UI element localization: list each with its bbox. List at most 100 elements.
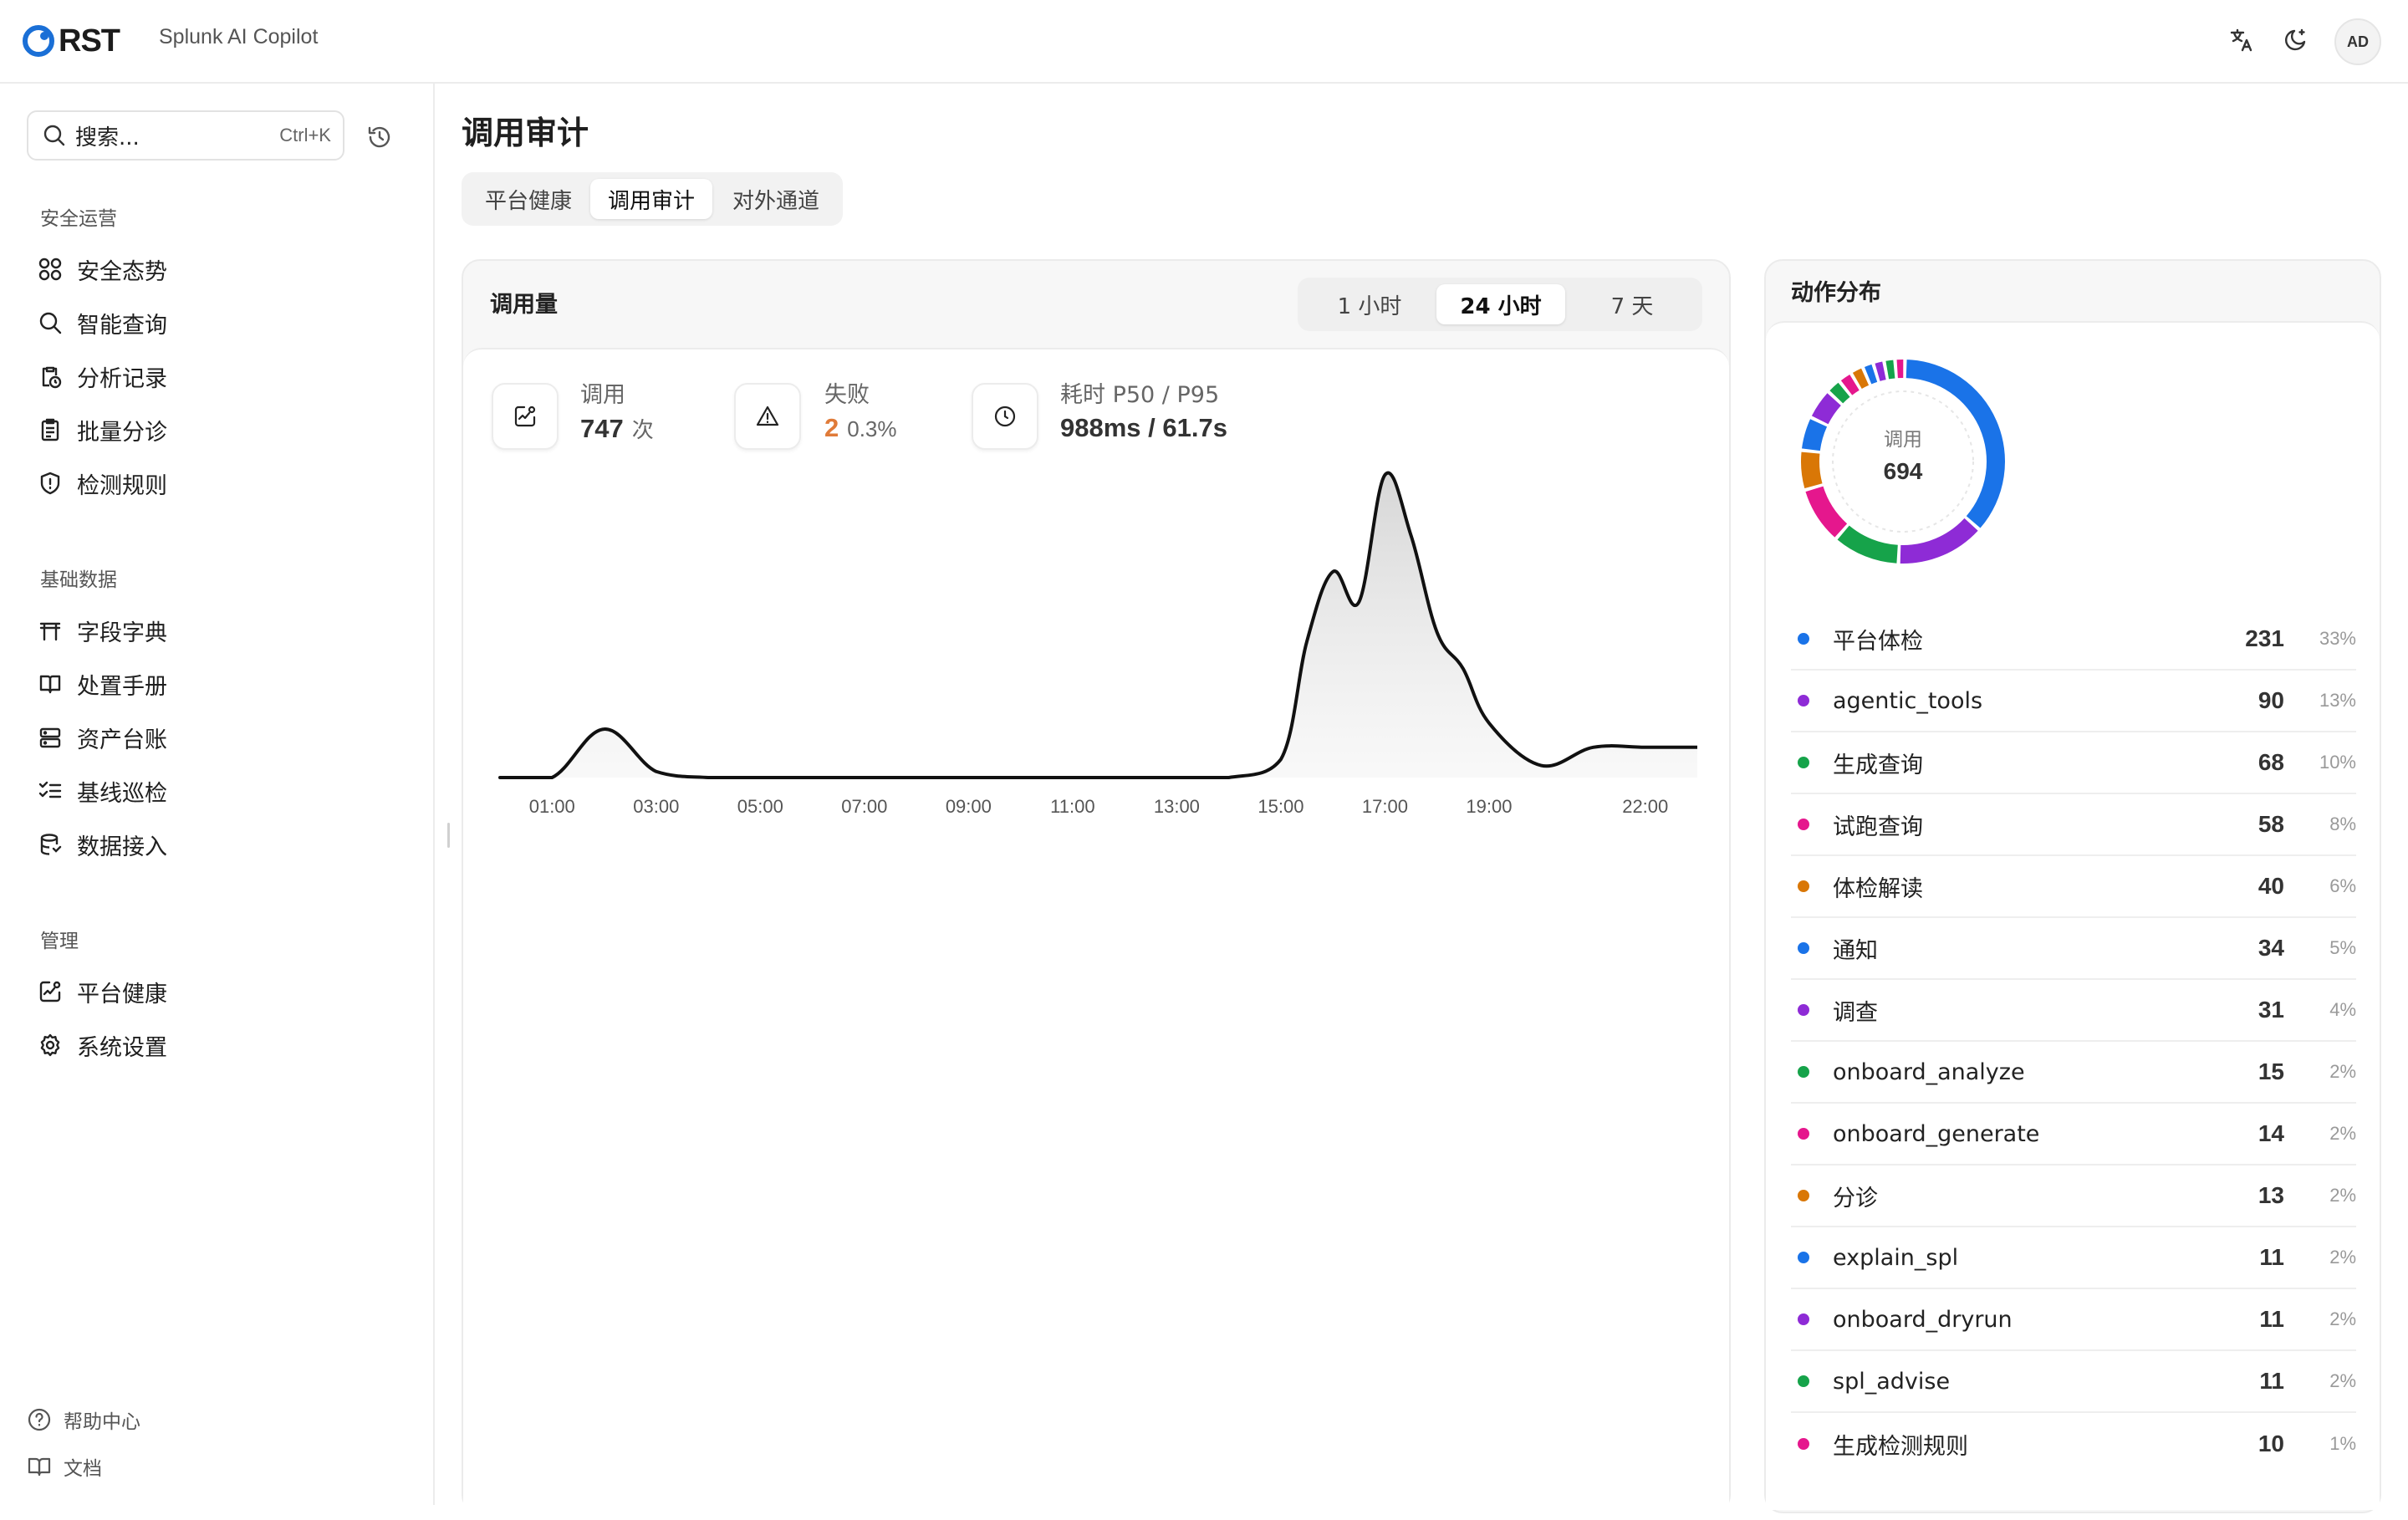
translate-icon[interactable] — [2226, 23, 2259, 57]
table-icon — [37, 617, 64, 644]
clipboard-clock-icon — [37, 363, 64, 390]
sidebar-item-baseline-inspection[interactable]: 基线巡检 — [37, 769, 405, 813]
sidebar-item-label: 基线巡检 — [77, 780, 167, 807]
tab-external-channels[interactable]: 对外通道 — [717, 179, 834, 219]
list-item[interactable]: 分诊 13 2% — [1791, 1166, 2356, 1227]
range-1h-button[interactable]: 1 小时 — [1306, 284, 1433, 324]
donut-slice[interactable] — [1885, 360, 1895, 380]
book-open-icon — [27, 1454, 52, 1479]
action-count: 11 — [2259, 1368, 2284, 1394]
stat-calls-label: 调用 — [580, 382, 625, 408]
history-icon[interactable] — [363, 120, 396, 154]
sidebar-item-detection-rules[interactable]: 检测规则 — [37, 462, 405, 505]
action-name: 通知 — [1833, 937, 1878, 964]
sidebar-item-batch-triage[interactable]: 批量分诊 — [37, 408, 405, 451]
logo[interactable]: RST — [22, 18, 120, 64]
gear-icon — [37, 1032, 64, 1058]
docs-link[interactable]: 文档 — [27, 1450, 102, 1483]
stat-calls-value: 747 次 — [580, 414, 654, 443]
sidebar-item-label: 安全态势 — [77, 258, 167, 285]
donut-slice[interactable] — [1896, 360, 1904, 379]
donut-slice[interactable] — [1801, 451, 1823, 489]
action-name: 生成查询 — [1833, 752, 1923, 778]
legend-dot — [1798, 819, 1809, 830]
list-item[interactable]: onboard_generate 14 2% — [1791, 1104, 2356, 1166]
sidebar-item-data-ingestion[interactable]: 数据接入 — [37, 823, 405, 866]
sidebar-item-label: 字段字典 — [77, 620, 167, 646]
search-input[interactable]: 搜索... Ctrl+K — [27, 110, 344, 161]
donut-slice[interactable] — [1802, 419, 1828, 451]
x-tick-label: 03:00 — [633, 796, 680, 817]
list-item[interactable]: onboard_dryrun 11 2% — [1791, 1289, 2356, 1351]
list-item[interactable]: 体检解读 40 6% — [1791, 856, 2356, 918]
list-item[interactable]: spl_advise 11 2% — [1791, 1351, 2356, 1413]
donut-slice[interactable] — [1805, 486, 1848, 538]
x-tick-label: 17:00 — [1361, 796, 1408, 817]
grid-icon — [37, 256, 64, 283]
sidebar-item-asset-ledger[interactable]: 资产台账 — [37, 716, 405, 759]
x-tick-label: 09:00 — [945, 796, 992, 817]
sidebar-item-system-settings[interactable]: 系统设置 — [37, 1023, 405, 1067]
sidebar-item-field-dictionary[interactable]: 字段字典 — [37, 609, 405, 652]
action-percent: 33% — [2319, 628, 2356, 649]
page-title: 调用审计 — [462, 115, 589, 151]
range-7d-button[interactable]: 7 天 — [1569, 284, 1696, 324]
book-icon — [37, 671, 64, 697]
list-item[interactable]: 生成检测规则 10 1% — [1791, 1413, 2356, 1475]
list-item[interactable]: 通知 34 5% — [1791, 918, 2356, 980]
stat-failures-value: 2 0.3% — [824, 413, 897, 442]
legend-dot — [1798, 1190, 1809, 1201]
x-tick-label: 05:00 — [737, 796, 783, 817]
help-center-link[interactable]: 帮助中心 — [27, 1403, 140, 1436]
sidebar-item-smart-query[interactable]: 智能查询 — [37, 301, 405, 344]
action-count: 90 — [2258, 687, 2284, 713]
x-tick-label: 19:00 — [1466, 796, 1513, 817]
sidebar-item-playbook[interactable]: 处置手册 — [37, 662, 405, 706]
top-header — [0, 0, 2408, 84]
legend-dot — [1798, 1066, 1809, 1078]
sidebar-item-analysis-records[interactable]: 分析记录 — [37, 354, 405, 398]
action-percent: 6% — [2329, 875, 2356, 896]
donut-slice[interactable] — [1811, 393, 1841, 425]
user-avatar[interactable]: AD — [2334, 18, 2381, 65]
range-24h-button[interactable]: 24 小时 — [1436, 284, 1565, 324]
logo-text: RST — [59, 23, 120, 59]
shield-alert-icon — [37, 470, 64, 497]
list-item[interactable]: explain_spl 11 2% — [1791, 1227, 2356, 1289]
list-item[interactable]: 调查 31 4% — [1791, 980, 2356, 1042]
sidebar-item-platform-health[interactable]: 平台健康 — [37, 970, 405, 1013]
sidebar-item-label: 系统设置 — [77, 1034, 167, 1061]
list-item[interactable]: 平台体检 231 33% — [1791, 609, 2356, 671]
action-count: 31 — [2258, 997, 2284, 1023]
list-checks-icon — [37, 778, 64, 804]
action-count: 14 — [2258, 1120, 2284, 1146]
action-name: 试跑查询 — [1833, 814, 1923, 840]
list-item[interactable]: 试跑查询 58 8% — [1791, 794, 2356, 856]
action-count: 40 — [2258, 873, 2284, 899]
donut-slice[interactable] — [1875, 361, 1886, 381]
legend-dot — [1798, 1375, 1809, 1387]
legend-dot — [1798, 1438, 1809, 1450]
action-name: explain_spl — [1833, 1244, 1959, 1271]
donut-slice[interactable] — [1837, 525, 1898, 564]
action-name: 调查 — [1833, 999, 1878, 1026]
list-item[interactable]: onboard_analyze 15 2% — [1791, 1042, 2356, 1104]
action-name: onboard_generate — [1833, 1120, 2040, 1147]
action-name: 体检解读 — [1833, 875, 1923, 902]
x-tick-label: 15:00 — [1258, 796, 1304, 817]
x-tick-label: 07:00 — [841, 796, 888, 817]
tab-platform-health[interactable]: 平台健康 — [470, 179, 587, 219]
donut-slice[interactable] — [1900, 518, 1978, 564]
action-percent: 10% — [2319, 752, 2356, 773]
list-item[interactable]: agentic_tools 90 13% — [1791, 671, 2356, 732]
sidebar-resize-handle[interactable] — [447, 823, 450, 848]
app-name: Splunk AI Copilot — [159, 25, 319, 48]
x-tick-label: 11:00 — [1050, 796, 1095, 817]
legend-dot — [1798, 942, 1809, 954]
action-percent: 2% — [2329, 1370, 2356, 1391]
list-item[interactable]: 生成查询 68 10% — [1791, 732, 2356, 794]
action-count: 13 — [2258, 1182, 2284, 1208]
tab-call-audit[interactable]: 调用审计 — [590, 179, 712, 219]
sidebar-item-security-posture[interactable]: 安全态势 — [37, 247, 405, 291]
theme-moon-icon[interactable] — [2279, 23, 2313, 57]
